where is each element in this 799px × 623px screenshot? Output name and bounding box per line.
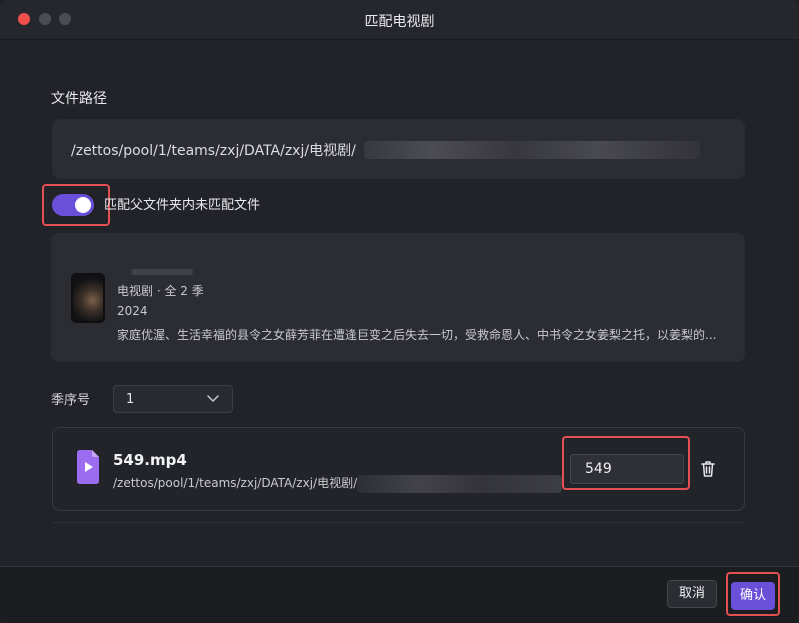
match-tv-dialog: 匹配电视剧 文件路径 /zettos/pool/1/teams/zxj/DATA…	[0, 0, 799, 623]
window-title: 匹配电视剧	[364, 14, 435, 30]
trash-icon[interactable]	[700, 460, 716, 478]
toggle-knob	[75, 197, 91, 213]
list-divider	[52, 522, 745, 523]
redacted-show-title	[131, 269, 193, 275]
confirm-highlight: 确认	[726, 572, 780, 616]
file-path-label: 文件路径	[51, 91, 107, 107]
cancel-button[interactable]: 取消	[667, 580, 717, 608]
match-parent-folder-label: 匹配父文件夹内未匹配文件	[104, 198, 261, 213]
file-path-box: /zettos/pool/1/teams/zxj/DATA/zxj/电视剧/	[52, 119, 745, 179]
toggle-highlight	[42, 184, 110, 226]
episode-input-highlight: 549	[562, 436, 690, 490]
show-description: 家庭优渥、生活幸福的县令之女薛芳菲在遭逢巨变之后失去一切，受救命恩人、中书令之女…	[117, 328, 717, 342]
confirm-button[interactable]: 确认	[731, 582, 775, 610]
chevron-down-icon	[207, 395, 219, 402]
title-bar: 匹配电视剧	[0, 0, 799, 40]
episode-number-input[interactable]: 549	[570, 454, 684, 484]
season-number-select[interactable]: 1	[113, 385, 233, 413]
file-path-text: /zettos/pool/1/teams/zxj/DATA/zxj/电视剧/	[71, 143, 356, 159]
file-path: /zettos/pool/1/teams/zxj/DATA/zxj/电视剧/	[113, 476, 358, 490]
dialog-footer: 取消 确认	[0, 566, 799, 623]
matched-show-card[interactable]: 电视剧 · 全 2 季 2024 家庭优渥、生活幸福的县令之女薛芳菲在遭逢巨变之…	[51, 233, 745, 362]
show-year: 2024	[117, 304, 148, 318]
match-parent-folder-toggle[interactable]	[52, 194, 94, 216]
file-name: 549.mp4	[113, 451, 187, 469]
file-row: 549.mp4 /zettos/pool/1/teams/zxj/DATA/zx…	[52, 427, 745, 511]
video-file-icon	[77, 450, 99, 484]
show-poster	[71, 273, 105, 323]
season-selected-value: 1	[126, 392, 135, 407]
show-meta: 电视剧 · 全 2 季	[117, 284, 204, 298]
season-number-label: 季序号	[51, 393, 91, 408]
redacted-path-segment	[364, 141, 700, 159]
redacted-file-path-segment	[357, 475, 562, 493]
